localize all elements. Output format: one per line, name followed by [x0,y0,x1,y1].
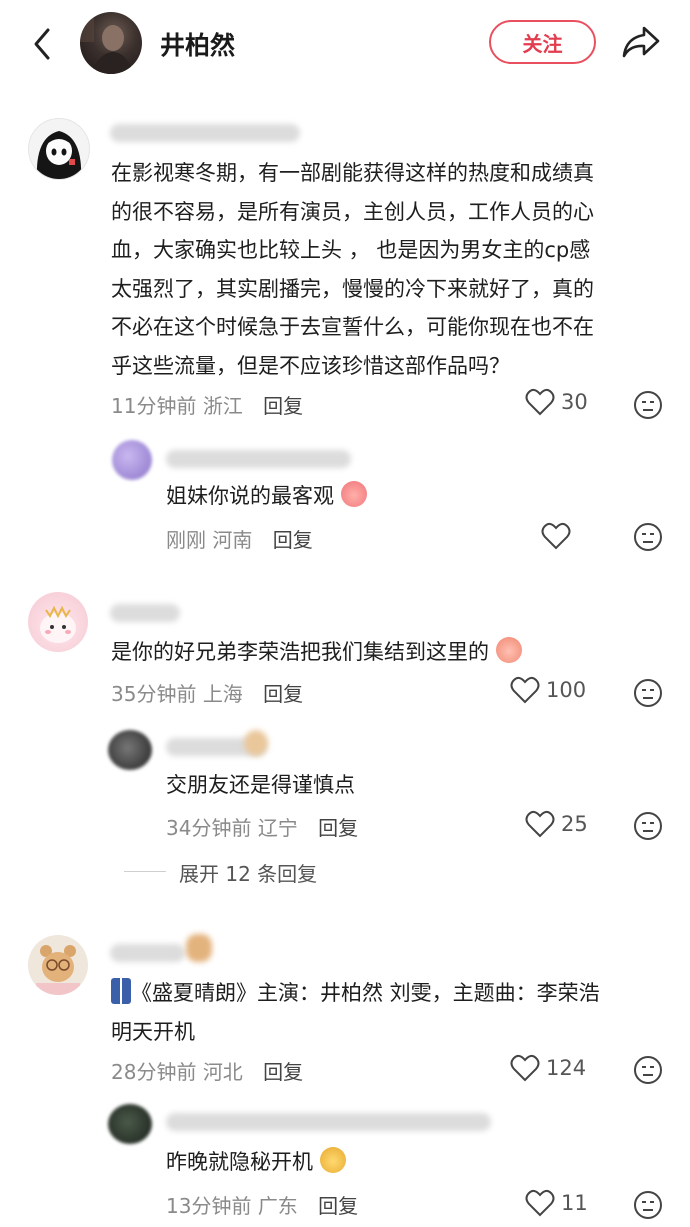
blurred-username [110,944,185,962]
like-button[interactable] [541,522,577,550]
expand-divider [124,871,166,872]
jeans-emoji-icon [111,978,131,1004]
replier-avatar[interactable] [112,440,152,480]
heart-icon [525,810,555,838]
comment-text: 在影视寒冬期，有一部剧能获得这样的热度和成绩真 的很不容易，是所有演员，主创人员… [111,161,594,378]
reply-button[interactable]: 回复 [318,1194,358,1218]
dislike-face-icon[interactable] [633,811,663,841]
reply-button[interactable]: 回复 [263,394,303,418]
like-button[interactable]: 124 [510,1054,586,1082]
comment-meta: 35分钟前 上海 回复 [111,682,304,706]
like-count: 11 [561,1191,588,1215]
comment-meta: 28分钟前 河北 回复 [111,1060,304,1084]
like-count: 25 [561,812,588,836]
reply-text: 交朋友还是得谨慎点 [166,773,355,797]
comment-meta: 11分钟前 浙江 回复 [111,390,303,419]
share-icon[interactable] [620,22,662,62]
peach-emoji-icon [495,637,522,663]
reply-meta: 13分钟前 广东 回复 [166,1194,359,1218]
heart-icon [510,1054,540,1082]
heart-icon [525,1189,555,1217]
reply-meta: 刚刚 河南 回复 [166,528,313,552]
blurred-username [110,604,180,622]
heart-icon [541,522,571,550]
blurred-emoji [244,730,268,756]
comment-text: 是你的好兄弟李荣浩把我们集结到这里的 [111,633,522,672]
blurred-username [166,1113,491,1131]
commenter-avatar[interactable] [28,118,90,180]
dislike-face-icon[interactable] [633,1055,663,1085]
comment-time: 11分钟前 [111,394,197,418]
like-count: 100 [546,678,587,702]
blurred-username [166,450,351,468]
heart-icon [525,388,555,416]
blurred-username [110,124,300,142]
back-arrow-icon[interactable] [28,24,58,64]
dislike-face-icon[interactable] [633,522,663,552]
like-count: 124 [546,1056,587,1080]
reply-button[interactable]: 回复 [318,816,358,840]
like-button[interactable]: 25 [525,810,588,838]
commenter-avatar[interactable] [28,935,88,995]
expand-replies-button[interactable]: 展开 12 条回复 [179,858,317,887]
reply-button[interactable]: 回复 [263,1060,303,1084]
comment-text: 《盛夏晴朗》主演：井柏然 刘雯，主题曲：李荣浩 明天开机 [111,974,671,1051]
reply-text: 昨晚就隐秘开机 [166,1143,346,1182]
smiling-emoji-icon [319,1147,346,1173]
reply-meta: 34分钟前 辽宁 回复 [166,816,359,840]
like-button[interactable]: 100 [510,676,586,704]
heart-icon [510,676,540,704]
profile-avatar[interactable] [80,12,142,74]
blurred-emoji [186,934,212,962]
page-title: 井柏然 [160,31,236,60]
follow-button[interactable]: 关注 [489,20,596,64]
reply-button[interactable]: 回复 [263,682,303,706]
reply-text: 姐妹你说的最客观 [166,477,367,516]
dislike-face-icon[interactable] [633,390,663,420]
like-button[interactable]: 30 [525,388,588,416]
like-button[interactable]: 11 [525,1189,588,1217]
replier-avatar[interactable] [108,1104,152,1144]
comment-location: 浙江 [202,394,243,418]
reply-button[interactable]: 回复 [273,528,313,552]
like-count: 30 [561,390,588,414]
peach-emoji-icon [340,481,367,507]
replier-avatar[interactable] [108,730,152,770]
dislike-face-icon[interactable] [633,1190,663,1220]
commenter-avatar[interactable] [28,592,88,652]
dislike-face-icon[interactable] [633,678,663,708]
